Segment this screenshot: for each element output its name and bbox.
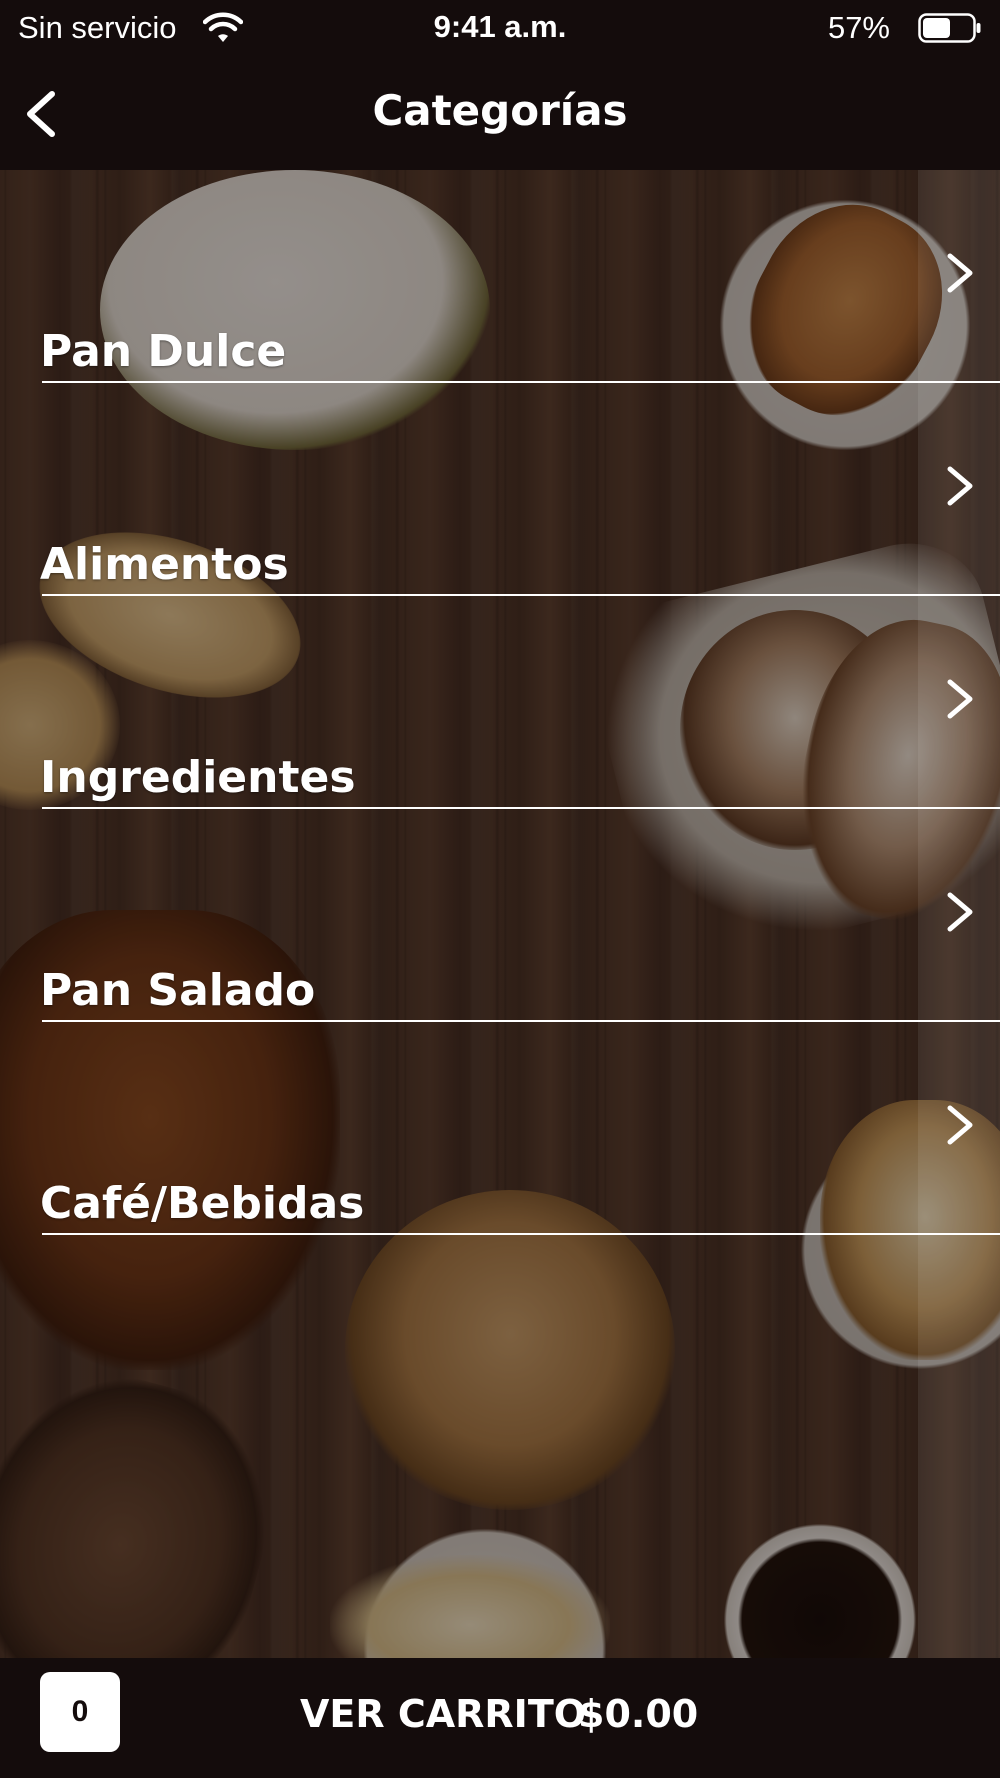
page-title: Categorías	[372, 86, 628, 135]
cart-total: $0.00	[578, 1692, 699, 1736]
category-label: Ingredientes	[40, 752, 356, 803]
nav-bar: Categorías	[0, 58, 1000, 170]
view-cart-label: VER CARRITO	[300, 1692, 587, 1736]
chevron-right-icon	[947, 892, 973, 932]
battery-percent: 57%	[827, 10, 890, 45]
category-list-area: Pan Dulce Alimentos Ingredientes Pan Sal…	[0, 170, 1000, 1658]
chevron-right-icon	[947, 679, 973, 719]
category-label: Pan Salado	[40, 965, 316, 1016]
status-bar: Sin servicio 9:41 a.m. 57%	[0, 0, 1000, 58]
category-row-pan-salado[interactable]: Pan Salado	[0, 809, 1000, 1022]
category-row-cafe-bebidas[interactable]: Café/Bebidas	[0, 1022, 1000, 1235]
cart-count-badge: 0	[40, 1672, 120, 1752]
view-cart-button[interactable]: 0 VER CARRITO $0.00	[0, 1658, 1000, 1778]
divider	[42, 1233, 1000, 1235]
battery-icon	[918, 13, 981, 43]
chevron-right-icon	[947, 1105, 973, 1145]
category-row-alimentos[interactable]: Alimentos	[0, 383, 1000, 596]
chevron-right-icon	[947, 466, 973, 506]
category-row-ingredientes[interactable]: Ingredientes	[0, 596, 1000, 809]
category-label: Alimentos	[40, 539, 289, 590]
category-label: Pan Dulce	[40, 326, 287, 377]
category-row-pan-dulce[interactable]: Pan Dulce	[0, 170, 1000, 383]
chevron-right-icon	[947, 253, 973, 293]
category-label: Café/Bebidas	[40, 1178, 365, 1229]
